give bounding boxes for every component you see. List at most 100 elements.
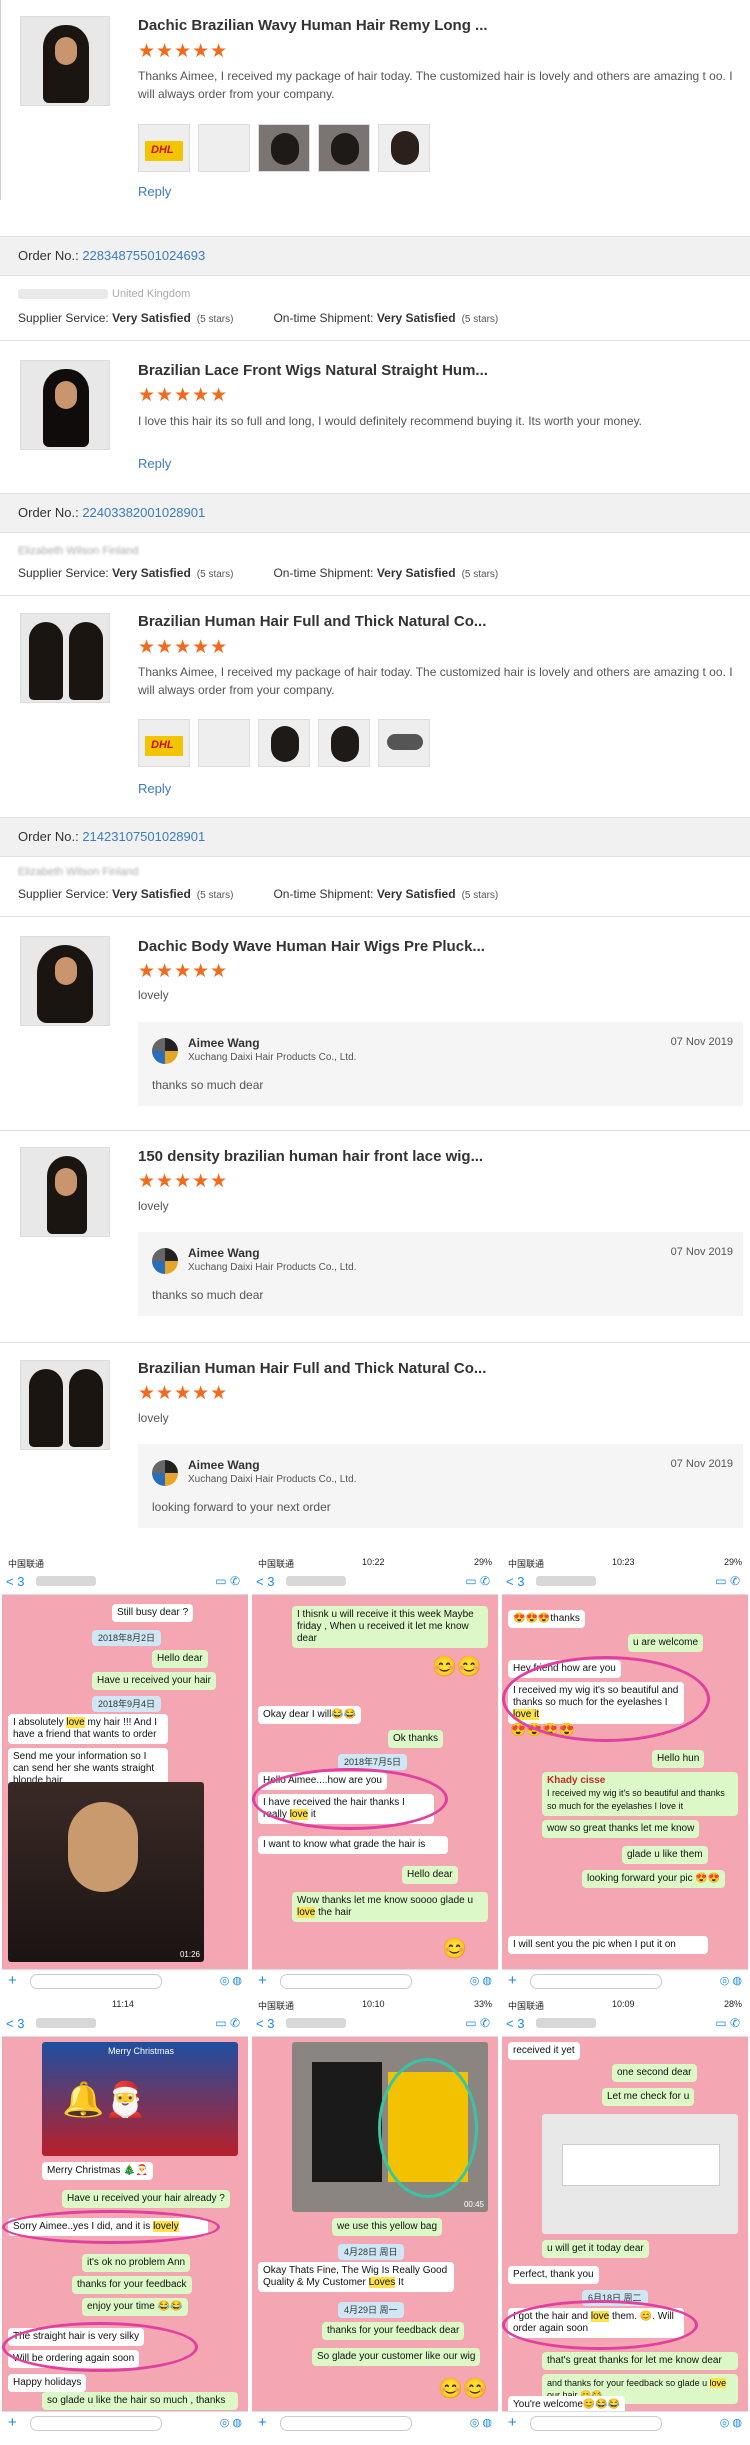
product-thumbnail[interactable] [20, 360, 110, 450]
review-photo[interactable] [198, 124, 250, 172]
back-button[interactable]: < 3 [256, 2016, 274, 2031]
order-number-link[interactable]: 21423107501028901 [82, 829, 205, 844]
product-name[interactable]: Dachic Brazilian Wavy Human Hair Remy Lo… [138, 17, 488, 34]
seller-company: Xuchang Daixi Hair Products Co., Ltd. [188, 1474, 357, 1485]
message-input[interactable] [280, 1974, 412, 1989]
call-icon[interactable]: ▭ ✆ [715, 2016, 740, 2030]
camera-icon[interactable]: ◎ ◍ [220, 1974, 242, 1987]
review-photo[interactable] [318, 124, 370, 172]
message-input[interactable] [30, 2416, 162, 2431]
review-photo[interactable]: DHL [138, 124, 190, 172]
chat-message: received it yet [508, 2042, 580, 2060]
chat-message: Let me check for u [602, 2088, 695, 2106]
review-text: lovely [138, 1199, 169, 1213]
review-photo[interactable] [378, 719, 430, 767]
camera-icon[interactable]: ◎ ◍ [470, 1974, 492, 1987]
camera-icon[interactable]: ◎ ◍ [720, 1974, 742, 1987]
seller-company: Xuchang Daixi Hair Products Co., Ltd. [188, 1262, 357, 1273]
order-number-link[interactable]: 22403382001028901 [82, 505, 205, 520]
reviews-page: Dachic Brazilian Wavy Human Hair Remy Lo… [0, 0, 750, 1550]
review-photo[interactable] [318, 719, 370, 767]
product-name[interactable]: 150 density brazilian human hair front l… [138, 1148, 483, 1165]
reply-link[interactable]: Reply [138, 781, 171, 796]
rating-stars: ★★★★★ [138, 961, 229, 982]
order-label: Order No.: [18, 505, 79, 520]
left-border [0, 0, 1, 200]
call-icon[interactable]: ▭ ✆ [715, 1574, 740, 1588]
plus-icon[interactable]: + [508, 2414, 517, 2431]
reply-link[interactable]: Reply [138, 456, 171, 471]
chat-input-bar: + ◎ ◍ [502, 2411, 748, 2434]
chat-message: So glade your customer like our wig [312, 2348, 481, 2366]
order-bar: Order No.: 22403382001028901 [0, 493, 750, 533]
chat-input-bar: + ◎ ◍ [502, 1969, 748, 1992]
camera-icon[interactable]: ◎ ◍ [470, 2416, 492, 2429]
message-input[interactable] [280, 2416, 412, 2431]
chat-message: u will get it today dear [542, 2240, 649, 2258]
review-photo[interactable] [378, 124, 430, 172]
review-photo[interactable]: DHL [138, 719, 190, 767]
video-message[interactable]: 01:26 [8, 1782, 204, 1962]
product-thumbnail[interactable] [20, 1360, 110, 1450]
review-photo[interactable] [198, 719, 250, 767]
screenshot-image[interactable] [542, 2114, 738, 2234]
product-name[interactable]: Brazilian Human Hair Full and Thick Natu… [138, 1360, 486, 1377]
back-button[interactable]: < 3 [256, 1574, 274, 1589]
plus-icon[interactable]: + [258, 1972, 267, 1989]
chat-input-bar: + ◎ ◍ [2, 1969, 248, 1992]
chat-message: so glade u like the hair so much , thank… [42, 2392, 238, 2410]
plus-icon[interactable]: + [8, 2414, 17, 2431]
call-icon[interactable]: ▭ ✆ [215, 1574, 240, 1588]
emoji-sticker: 😊😊 [438, 2378, 488, 2400]
product-thumbnail[interactable] [20, 936, 110, 1026]
message-input[interactable] [30, 1974, 162, 1989]
chat-message: enjoy your time 😂😂 [82, 2298, 188, 2316]
rating-stars: ★★★★★ [138, 385, 229, 406]
product-thumbnail[interactable] [20, 16, 110, 106]
order-number-link[interactable]: 22834875501024693 [82, 248, 205, 263]
reply-link[interactable]: Reply [138, 184, 171, 199]
review-photo[interactable] [258, 719, 310, 767]
plus-icon[interactable]: + [8, 1972, 17, 1989]
christmas-card-image[interactable]: Merry Christmas 🔔🎅 [42, 2042, 238, 2156]
product-name[interactable]: Brazilian Human Hair Full and Thick Natu… [138, 613, 486, 630]
reply-date: 07 Nov 2019 [670, 1036, 733, 1048]
chat-input-bar: + ◎ ◍ [252, 2411, 498, 2434]
seller-reply: Aimee Wang Xuchang Daixi Hair Products C… [138, 1022, 743, 1106]
chat-date: 4月29日 周一 [338, 2302, 404, 2318]
call-icon[interactable]: ▭ ✆ [465, 2016, 490, 2030]
message-input[interactable] [530, 1974, 662, 1989]
chat-screenshots: 中国联通 < 3 ▭ ✆ Still busy dear ? 2018年8月2日 … [0, 1554, 750, 2445]
order-bar: Order No.: 22834875501024693 [0, 236, 750, 276]
product-name[interactable]: Dachic Body Wave Human Hair Wigs Pre Plu… [138, 938, 485, 955]
back-button[interactable]: < 3 [506, 1574, 524, 1589]
call-icon[interactable]: ▭ ✆ [465, 1574, 490, 1588]
status-bar: 11:14 [2, 1996, 248, 2012]
camera-icon[interactable]: ◎ ◍ [720, 2416, 742, 2429]
message-input[interactable] [530, 2416, 662, 2431]
back-button[interactable]: < 3 [6, 1574, 24, 1589]
camera-icon[interactable]: ◎ ◍ [220, 2416, 242, 2429]
product-thumbnail[interactable] [20, 1147, 110, 1237]
plus-icon[interactable]: + [508, 1972, 517, 1989]
back-button[interactable]: < 3 [6, 2016, 24, 2031]
call-icon[interactable]: ▭ ✆ [215, 2016, 240, 2030]
photo-message[interactable]: 00:45 [292, 2042, 488, 2212]
chat-date: 2018年9月4日 [92, 1696, 162, 1712]
chat-message: Okay Thats Fine, The Wig Is Really Good … [258, 2262, 454, 2292]
review-photos: DHL [138, 124, 438, 174]
chat-message: wow so great thanks let me know [542, 1820, 700, 1838]
plus-icon[interactable]: + [258, 2414, 267, 2431]
back-button[interactable]: < 3 [506, 2016, 524, 2031]
product-name[interactable]: Brazilian Lace Front Wigs Natural Straig… [138, 362, 488, 379]
contact-name-blurred [286, 1576, 346, 1586]
chat-message: u are welcome [628, 1634, 704, 1652]
review-text: lovely [138, 1411, 169, 1425]
product-thumbnail[interactable] [20, 613, 110, 703]
seller-reply-text: thanks so much dear [152, 1078, 264, 1092]
chat-message: thanks for your feedback [72, 2276, 192, 2294]
review-photo[interactable] [258, 124, 310, 172]
seller-name: Aimee Wang [188, 1458, 260, 1472]
chat-input-bar: + ◎ ◍ [2, 2411, 248, 2434]
seller-avatar [152, 1460, 178, 1486]
